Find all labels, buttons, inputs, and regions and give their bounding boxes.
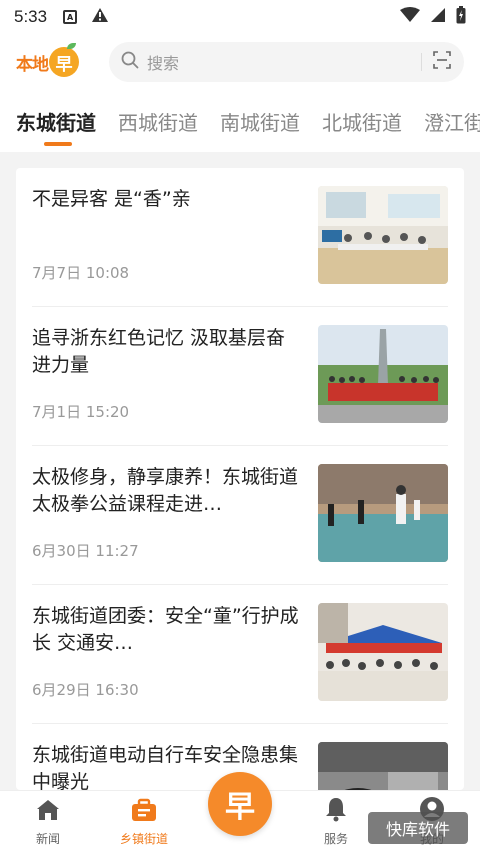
news-thumbnail-monument xyxy=(318,325,448,423)
news-title: 追寻浙东红色记忆 汲取基层奋进力量 xyxy=(32,327,286,376)
scan-icon[interactable] xyxy=(432,50,452,74)
battery-icon xyxy=(456,6,466,28)
news-thumbnail-scooter xyxy=(318,742,448,790)
search-divider xyxy=(421,53,422,71)
app-logo: 本地 早 xyxy=(16,43,79,80)
wifi-icon xyxy=(400,7,420,27)
news-title: 太极修身，静享康养！东城街道太极拳公益课程走进… xyxy=(32,466,299,515)
tab-xicheng[interactable]: 西城街道 xyxy=(118,90,198,152)
news-date: 6月29日 16:30 xyxy=(32,681,139,699)
news-text: 太极修身，静享康养！东城街道太极拳公益课程走进… 6月30日 11:27 xyxy=(32,464,318,564)
news-title: 不是异客 是“香”亲 xyxy=(32,188,191,210)
search-bar[interactable]: 搜索 xyxy=(109,42,464,82)
watermark: 快库软件 xyxy=(368,812,468,844)
home-icon xyxy=(35,798,61,826)
logo-text: 本地 xyxy=(16,54,49,75)
status-right xyxy=(400,6,466,28)
tab-label: 东城街道 xyxy=(16,110,96,135)
news-title: 东城街道团委：安全“童”行护成长 交通安… xyxy=(32,605,299,654)
news-thumbnail-taichi xyxy=(318,464,448,562)
bell-icon xyxy=(324,796,348,826)
street-tabs: 东城街道 西城街道 南城街道 北城街道 澄江街 xyxy=(0,90,480,152)
news-text: 不是异客 是“香”亲 7月7日 10:08 xyxy=(32,186,318,286)
news-item[interactable]: 不是异客 是“香”亲 7月7日 10:08 xyxy=(32,168,448,307)
news-feed: 不是异客 是“香”亲 7月7日 10:08 追寻浙东红色记忆 汲取基层奋进力量 xyxy=(16,168,464,790)
center-button-label: 早 xyxy=(225,790,255,825)
tab-active-indicator xyxy=(44,142,72,146)
nav-label: 新闻 xyxy=(35,832,60,846)
news-thumbnail-classroom xyxy=(318,186,448,284)
nav-label: 乡镇街道 xyxy=(119,832,168,846)
tab-label: 南城街道 xyxy=(220,110,300,135)
tab-dongcheng[interactable]: 东城街道 xyxy=(16,90,96,152)
tab-chengjiang[interactable]: 澄江街 xyxy=(424,90,480,152)
tab-label: 西城街道 xyxy=(118,110,198,135)
center-zao-button[interactable]: 早 xyxy=(208,772,272,836)
news-item[interactable]: 太极修身，静享康养！东城街道太极拳公益课程走进… 6月30日 11:27 xyxy=(32,446,448,585)
news-date: 7月7日 10:08 xyxy=(32,264,130,282)
status-bar: 5:33 A xyxy=(0,0,480,34)
tab-label: 澄江街 xyxy=(424,110,480,135)
news-item[interactable]: 东城街道团委：安全“童”行护成长 交通安… 6月29日 16:30 xyxy=(32,585,448,724)
nav-label: 服务 xyxy=(323,832,348,846)
notification-a-icon: A xyxy=(63,10,78,24)
app-header: 本地 早 搜索 xyxy=(0,34,480,90)
tab-nancheng[interactable]: 南城街道 xyxy=(220,90,300,152)
search-input[interactable]: 搜索 xyxy=(147,50,421,74)
news-item[interactable]: 追寻浙东红色记忆 汲取基层奋进力量 7月1日 15:20 xyxy=(32,307,448,446)
news-date: 6月30日 11:27 xyxy=(32,542,139,560)
logo-badge: 早 xyxy=(49,43,79,77)
search-icon xyxy=(121,51,139,73)
news-text: 东城街道电动自行车安全隐患集中曝光 xyxy=(32,742,318,790)
warning-icon xyxy=(91,7,109,27)
signal-icon xyxy=(430,7,446,27)
nav-item-news[interactable]: 新闻 xyxy=(0,798,96,847)
briefcase-icon xyxy=(130,798,158,826)
news-date: 7月1日 15:20 xyxy=(32,403,130,421)
news-text: 追寻浙东红色记忆 汲取基层奋进力量 7月1日 15:20 xyxy=(32,325,318,425)
news-thumbnail-tent xyxy=(318,603,448,701)
nav-item-streets[interactable]: 乡镇街道 xyxy=(96,798,192,847)
news-text: 东城街道团委：安全“童”行护成长 交通安… 6月29日 16:30 xyxy=(32,603,318,703)
tab-label: 北城街道 xyxy=(322,110,402,135)
status-time: 5:33 xyxy=(14,7,48,26)
tab-beicheng[interactable]: 北城街道 xyxy=(322,90,402,152)
